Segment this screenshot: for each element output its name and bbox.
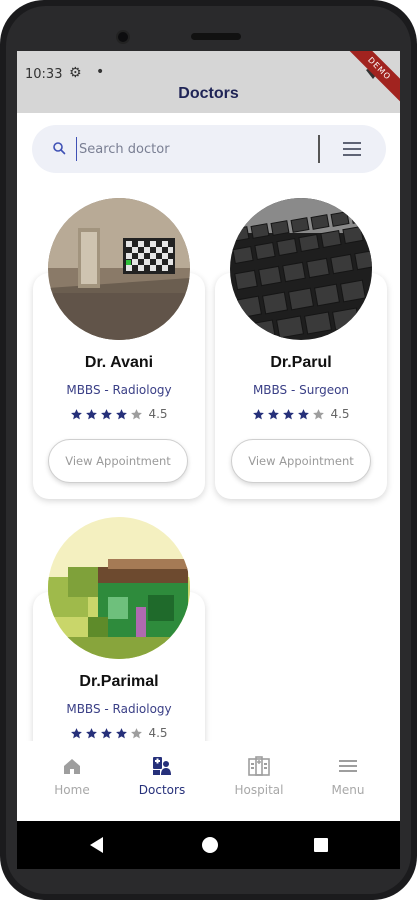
star-filled-icon xyxy=(116,408,128,419)
doctor-rating: 4.5 xyxy=(33,407,205,421)
nav-label-home: Home xyxy=(54,783,90,797)
search-bar xyxy=(32,125,386,173)
star-filled-icon xyxy=(71,408,83,419)
back-icon[interactable] xyxy=(90,837,103,853)
doctor-icon xyxy=(153,757,171,775)
star-filled-icon xyxy=(86,727,98,738)
menu-icon xyxy=(339,760,357,772)
front-camera xyxy=(116,30,130,44)
doctor-photo xyxy=(230,198,372,340)
doctor-name: Dr. Avani xyxy=(84,354,154,371)
star-empty-icon xyxy=(313,408,325,419)
search-input[interactable] xyxy=(76,137,286,161)
nav-label-menu: Menu xyxy=(331,783,365,797)
search-icon xyxy=(53,142,66,155)
star-filled-icon xyxy=(116,727,128,738)
star-filled-icon xyxy=(86,408,98,419)
star-empty-icon xyxy=(131,408,143,419)
star-filled-icon xyxy=(101,727,113,738)
rating-value: 4.5 xyxy=(148,407,168,421)
app-bar: 10:33 ⚙ • DEMO Doctors xyxy=(17,51,400,113)
doctor-name: Dr.Parimal xyxy=(79,673,159,690)
keyboard-photo xyxy=(230,198,372,340)
nav-item-hospital[interactable]: Hospital xyxy=(211,755,307,797)
nav-item-menu[interactable]: Menu xyxy=(300,755,396,797)
search-divider xyxy=(318,135,320,163)
settings-gear-icon: ⚙ xyxy=(69,65,82,81)
hospital-icon xyxy=(248,756,270,776)
view-appointment-button[interactable]: View Appointment xyxy=(48,439,188,483)
app-screen: 10:33 ⚙ • DEMO Doctors Search doctor Dr.… xyxy=(17,51,400,821)
pixel-art-house-photo xyxy=(48,517,190,659)
earpiece-speaker xyxy=(191,33,241,40)
star-filled-icon xyxy=(283,408,295,419)
filter-menu-icon[interactable] xyxy=(343,142,361,156)
star-filled-icon xyxy=(101,408,113,419)
star-empty-icon xyxy=(131,727,143,738)
doctor-photo xyxy=(48,198,190,340)
doctor-rating: 4.5 xyxy=(33,726,205,740)
star-filled-icon xyxy=(71,727,83,738)
view-appointment-button[interactable]: View Appointment xyxy=(231,439,371,483)
doctor-photo xyxy=(48,517,190,659)
star-filled-icon xyxy=(298,408,310,419)
doctor-specialty: MBBS - Surgeon xyxy=(252,383,350,397)
star-filled-icon xyxy=(253,408,265,419)
home-circle-icon[interactable] xyxy=(202,837,218,853)
doctor-rating: 4.5 xyxy=(215,407,387,421)
nav-item-doctors[interactable]: Doctors xyxy=(114,755,210,797)
room-with-tv-photo xyxy=(48,198,190,340)
page-title: Doctors xyxy=(178,85,239,102)
doctor-specialty: MBBS - Radiology xyxy=(66,383,172,397)
system-navigation-bar xyxy=(17,821,400,869)
doctor-specialty: MBBS - Radiology xyxy=(66,702,172,716)
nav-item-home[interactable]: Home xyxy=(24,755,120,797)
notification-dot-icon: • xyxy=(96,64,105,80)
nav-label-hospital: Hospital xyxy=(234,783,284,797)
home-icon xyxy=(64,759,80,774)
star-filled-icon xyxy=(268,408,280,419)
rating-value: 4.5 xyxy=(148,726,168,740)
doctor-name: Dr.Parul xyxy=(270,354,332,371)
recent-apps-icon[interactable] xyxy=(314,838,328,852)
bottom-navigation: Home Doctors Hospital Menu xyxy=(17,741,400,821)
status-time: 10:33 xyxy=(25,67,63,82)
rating-value: 4.5 xyxy=(330,407,350,421)
nav-label-doctors: Doctors xyxy=(138,783,186,797)
